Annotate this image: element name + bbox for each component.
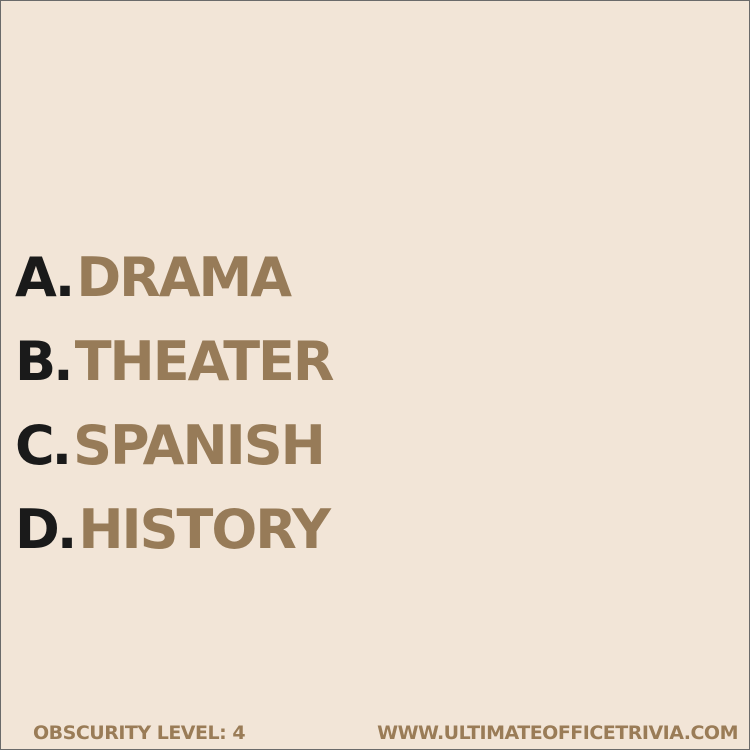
answer-options: A. DRAMA B. THEATER C. SPANISH D. HISTOR… (15, 221, 335, 557)
website-link[interactable]: WWW.ULTIMATEOFFICETRIVIA.COM (377, 722, 738, 744)
option-letter: A. (15, 246, 75, 309)
obscurity-level: OBSCURITY LEVEL: 4 (33, 722, 246, 744)
option-letter: D. (15, 498, 77, 561)
trivia-card: A. DRAMA B. THEATER C. SPANISH D. HISTOR… (0, 0, 750, 750)
option-letter: C. (15, 414, 72, 477)
option-text: HISTORY (78, 498, 331, 561)
option-text: THEATER (74, 330, 335, 393)
option-text: SPANISH (73, 414, 326, 477)
option-c[interactable]: C. SPANISH (15, 389, 333, 473)
option-d[interactable]: D. HISTORY (15, 473, 333, 557)
option-b[interactable]: B. THEATER (15, 305, 335, 393)
option-text: DRAMA (76, 246, 292, 309)
option-a[interactable]: A. DRAMA (15, 221, 333, 305)
option-letter: B. (15, 330, 74, 393)
